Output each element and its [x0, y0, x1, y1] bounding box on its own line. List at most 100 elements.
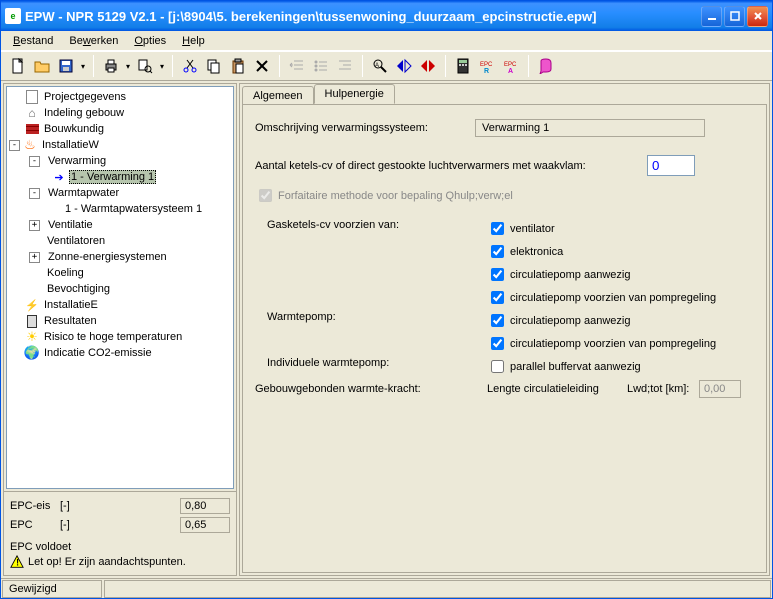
help-icon[interactable] [535, 55, 557, 77]
circ2-checkbox[interactable] [491, 291, 504, 304]
warmtepomp-label: Warmtepomp: [267, 311, 336, 323]
tree-installatiee[interactable]: ⚡InstallatieE [7, 297, 233, 313]
outdent-icon [286, 55, 308, 77]
tree-bouwkundig[interactable]: Bouwkundig [7, 121, 233, 137]
circ3-label: circulatiepomp aanwezig [510, 315, 630, 327]
menu-bewerken[interactable]: Bewerken [61, 33, 126, 49]
elektronica-checkbox[interactable] [491, 245, 504, 258]
omschrijving-field: Verwarming 1 [475, 119, 705, 137]
tree-verwarming-1[interactable]: ➔1 - Verwarming 1 [7, 169, 233, 185]
find-icon[interactable]: A [369, 55, 391, 77]
tree-zonne[interactable]: +Zonne-energiesystemen [7, 249, 233, 265]
epc-status: EPC voldoet [10, 541, 230, 553]
gebouw-label: Gebouwgebonden warmte-kracht: [255, 383, 487, 395]
arrow-right-icon: ➔ [51, 169, 67, 185]
tab-panel-hulpenergie: Omschrijving verwarmingssysteem: Verwarm… [242, 104, 767, 573]
indiv-label: Individuele warmtepomp: [267, 357, 389, 369]
tab-algemeen[interactable]: Algemeen [242, 86, 314, 105]
left-pane: Projectgegevens ⌂Indeling gebouw Bouwkun… [3, 83, 237, 576]
tree-warmtap-1[interactable]: 1 - Warmtapwatersysteem 1 [7, 201, 233, 217]
menu-bestand[interactable]: Bestand [5, 33, 61, 49]
copy-icon[interactable] [203, 55, 225, 77]
epc-unit: [-] [60, 519, 90, 531]
expand-icon[interactable]: + [29, 220, 40, 231]
epc-eis-label: EPC-eis [10, 500, 60, 512]
paste-icon[interactable] [227, 55, 249, 77]
print-icon[interactable] [100, 55, 122, 77]
statusbar: Gewijzigd [1, 578, 772, 598]
tree-verwarming[interactable]: -Verwarming [7, 153, 233, 169]
minimize-button[interactable] [701, 6, 722, 27]
expand-icon[interactable]: + [29, 252, 40, 263]
main-area: Projectgegevens ⌂Indeling gebouw Bouwkun… [1, 81, 772, 578]
menubar: Bestand Bewerken Opties Help [1, 31, 772, 51]
circ3-checkbox[interactable] [491, 314, 504, 327]
menu-opties[interactable]: Opties [126, 33, 174, 49]
ventilator-label: ventilator [510, 223, 555, 235]
aantal-label: Aantal ketels-cv of direct gestookte luc… [255, 160, 647, 172]
tree-ventilatoren[interactable]: Ventilatoren [7, 233, 233, 249]
delete-icon[interactable] [251, 55, 273, 77]
epc-eis-value: 0,80 [180, 498, 230, 514]
collapse-icon[interactable]: - [29, 188, 40, 199]
tab-hulpenergie[interactable]: Hulpenergie [314, 84, 395, 104]
circ4-checkbox[interactable] [491, 337, 504, 350]
tree-projectgegevens[interactable]: Projectgegevens [7, 89, 233, 105]
save-icon[interactable] [55, 55, 77, 77]
svg-text:A: A [375, 63, 379, 69]
warning-icon: ! [10, 555, 24, 569]
sun-icon: ☀ [24, 329, 40, 345]
tree-resultaten[interactable]: Resultaten [7, 313, 233, 329]
epc-value: 0,65 [180, 517, 230, 533]
tree-warmtapwater[interactable]: -Warmtapwater [7, 185, 233, 201]
tree-indeling[interactable]: ⌂Indeling gebouw [7, 105, 233, 121]
lwd-value: 0,00 [699, 380, 741, 398]
open-icon[interactable] [31, 55, 53, 77]
parallel-checkbox[interactable] [491, 360, 504, 373]
toolbar: ▾ ▾ ▾ A EPCR EPCA [1, 51, 772, 81]
collapse-icon[interactable]: - [9, 140, 20, 151]
tree-risico[interactable]: ☀Risico te hoge temperaturen [7, 329, 233, 345]
circ1-checkbox[interactable] [491, 268, 504, 281]
calculator-icon[interactable] [452, 55, 474, 77]
lengte-label: Lengte circulatieleiding [487, 383, 627, 395]
print-dropdown-icon[interactable]: ▾ [124, 62, 132, 71]
ventilator-checkbox[interactable] [491, 222, 504, 235]
forfaitaire-checkbox [259, 189, 272, 202]
indent-icon [334, 55, 356, 77]
house-icon: ⌂ [24, 105, 40, 121]
elektronica-label: elektronica [510, 246, 563, 258]
flip-v-icon[interactable] [417, 55, 439, 77]
epc-r-icon[interactable]: EPCR [476, 55, 498, 77]
brick-icon [24, 121, 40, 137]
tree-installatiew[interactable]: -♨InstallatieW [7, 137, 233, 153]
maximize-button[interactable] [724, 6, 745, 27]
right-pane: Algemeen Hulpenergie Omschrijving verwar… [239, 83, 770, 576]
tabs: Algemeen Hulpenergie [242, 84, 771, 103]
bolt-icon: ⚡ [24, 297, 40, 313]
tree-koeling[interactable]: Koeling [7, 265, 233, 281]
collapse-icon[interactable]: - [29, 156, 40, 167]
new-icon[interactable] [7, 55, 29, 77]
preview-dropdown-icon[interactable]: ▾ [158, 62, 166, 71]
list-icon [310, 55, 332, 77]
svg-text:!: ! [16, 558, 19, 568]
circ4-label: circulatiepomp voorzien van pompregeling [510, 338, 716, 350]
epc-label: EPC [10, 519, 60, 531]
tree-ventilatie[interactable]: +Ventilatie [7, 217, 233, 233]
close-button[interactable] [747, 6, 768, 27]
cut-icon[interactable] [179, 55, 201, 77]
circ2-label: circulatiepomp voorzien van pompregeling [510, 292, 716, 304]
tree-bevochtiging[interactable]: Bevochtiging [7, 281, 233, 297]
flip-h-icon[interactable] [393, 55, 415, 77]
tree-co2[interactable]: 🌍Indicatie CO2-emissie [7, 345, 233, 361]
aantal-input[interactable] [647, 155, 695, 176]
nav-tree[interactable]: Projectgegevens ⌂Indeling gebouw Bouwkun… [6, 86, 234, 489]
menu-help[interactable]: Help [174, 33, 213, 49]
lwd-label: Lwd;tot [km]: [627, 383, 699, 395]
preview-icon[interactable] [134, 55, 156, 77]
epc-a-icon[interactable]: EPCA [500, 55, 522, 77]
svg-text:A: A [508, 68, 513, 74]
omschrijving-label: Omschrijving verwarmingssysteem: [255, 122, 475, 134]
save-dropdown-icon[interactable]: ▾ [79, 62, 87, 71]
